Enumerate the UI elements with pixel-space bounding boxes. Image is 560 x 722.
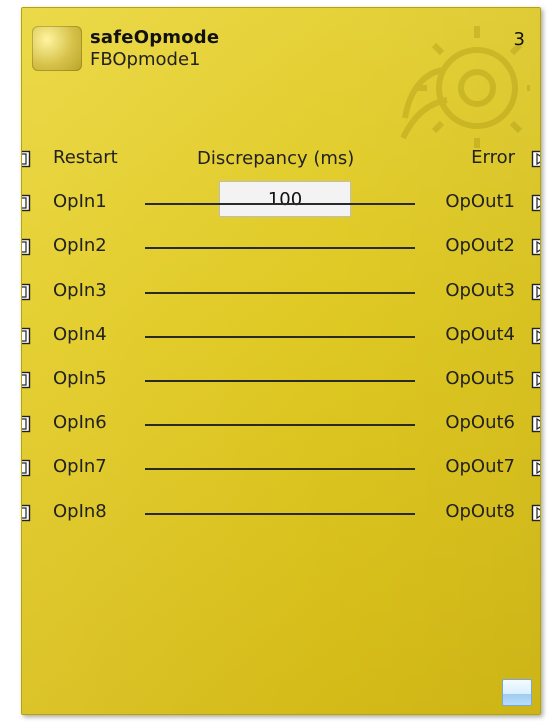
output-pin-opout3[interactable] <box>530 282 540 302</box>
pin-connector-icon <box>531 150 540 168</box>
input-pin-opin4[interactable] <box>22 326 32 346</box>
output-label-opout6: OpOut6 <box>445 412 515 434</box>
pin-connector-icon <box>531 327 540 344</box>
input-label-opin5: OpIn5 <box>53 368 107 389</box>
resize-handle[interactable] <box>502 679 532 706</box>
input-pin-opin2[interactable] <box>22 237 32 257</box>
output-pin-opout4[interactable] <box>530 326 540 346</box>
connection-line-4 <box>145 335 415 338</box>
connection-line-6 <box>145 424 415 427</box>
pin-connector-icon <box>531 371 540 389</box>
pin-connector-icon <box>531 460 540 477</box>
input-pin-opin7[interactable] <box>22 458 32 478</box>
input-pin-restart[interactable] <box>22 149 32 169</box>
connection-line-1 <box>145 203 415 206</box>
input-label-opin8: OpIn8 <box>53 500 107 522</box>
output-pin-opout1[interactable] <box>530 193 540 213</box>
block-instance-name: FBOpmode1 <box>90 49 201 70</box>
safety-logo-icon <box>32 26 82 71</box>
input-pin-opin1[interactable] <box>22 193 32 213</box>
block-number: 3 <box>513 29 525 50</box>
connection-line-3 <box>145 291 415 294</box>
input-label-opin7: OpIn7 <box>53 456 107 478</box>
input-label-restart: Restart <box>53 147 118 168</box>
pin-connector-icon <box>22 239 31 256</box>
output-label-opout5: OpOut5 <box>445 368 515 389</box>
connection-line-5 <box>145 380 415 382</box>
connection-line-7 <box>145 468 415 471</box>
input-label-opin3: OpIn3 <box>53 279 107 301</box>
pin-connector-icon <box>22 415 31 433</box>
input-pin-opin6[interactable] <box>22 414 32 434</box>
output-pin-opout6[interactable] <box>530 414 540 434</box>
output-label-opout3: OpOut3 <box>445 279 515 301</box>
output-label-opout8: OpOut8 <box>445 500 515 522</box>
pin-connector-icon <box>531 239 540 256</box>
output-label-error: Error <box>471 147 515 168</box>
pin-connector-icon <box>22 371 31 389</box>
pin-connector-icon <box>22 150 31 168</box>
gear-watermark-icon <box>400 26 530 148</box>
pin-connector-icon <box>22 194 31 212</box>
input-label-opin6: OpIn6 <box>53 412 107 434</box>
pin-connector-icon <box>22 460 31 477</box>
pin-connector-icon <box>531 504 540 521</box>
input-label-opin4: OpIn4 <box>53 323 107 345</box>
discrepancy-label: Discrepancy (ms) <box>197 148 355 169</box>
discrepancy-input[interactable] <box>219 181 351 217</box>
output-pin-error[interactable] <box>530 149 540 169</box>
output-label-opout1: OpOut1 <box>445 191 515 213</box>
pin-connector-icon <box>22 283 31 300</box>
output-pin-opout5[interactable] <box>530 370 540 390</box>
function-block[interactable]: safeOpmode FBOpmode1 3 Discrepancy (ms) … <box>21 7 541 715</box>
pin-connector-icon <box>531 194 540 212</box>
output-pin-opout2[interactable] <box>530 237 540 257</box>
input-pin-opin3[interactable] <box>22 282 32 302</box>
output-pin-opout8[interactable] <box>530 503 540 523</box>
output-label-opout7: OpOut7 <box>445 456 515 478</box>
input-label-opin1: OpIn1 <box>53 191 107 213</box>
output-pin-opout7[interactable] <box>530 458 540 478</box>
pin-connector-icon <box>22 504 31 521</box>
block-title: safeOpmode <box>90 27 220 48</box>
input-label-opin2: OpIn2 <box>53 235 107 257</box>
connection-line-2 <box>145 247 415 250</box>
output-label-opout4: OpOut4 <box>445 323 515 345</box>
output-label-opout2: OpOut2 <box>445 235 515 257</box>
input-pin-opin8[interactable] <box>22 503 32 523</box>
input-pin-opin5[interactable] <box>22 370 32 390</box>
pin-connector-icon <box>22 327 31 344</box>
connection-line-8 <box>145 512 415 515</box>
pin-connector-icon <box>531 283 540 300</box>
pin-connector-icon <box>531 415 540 433</box>
